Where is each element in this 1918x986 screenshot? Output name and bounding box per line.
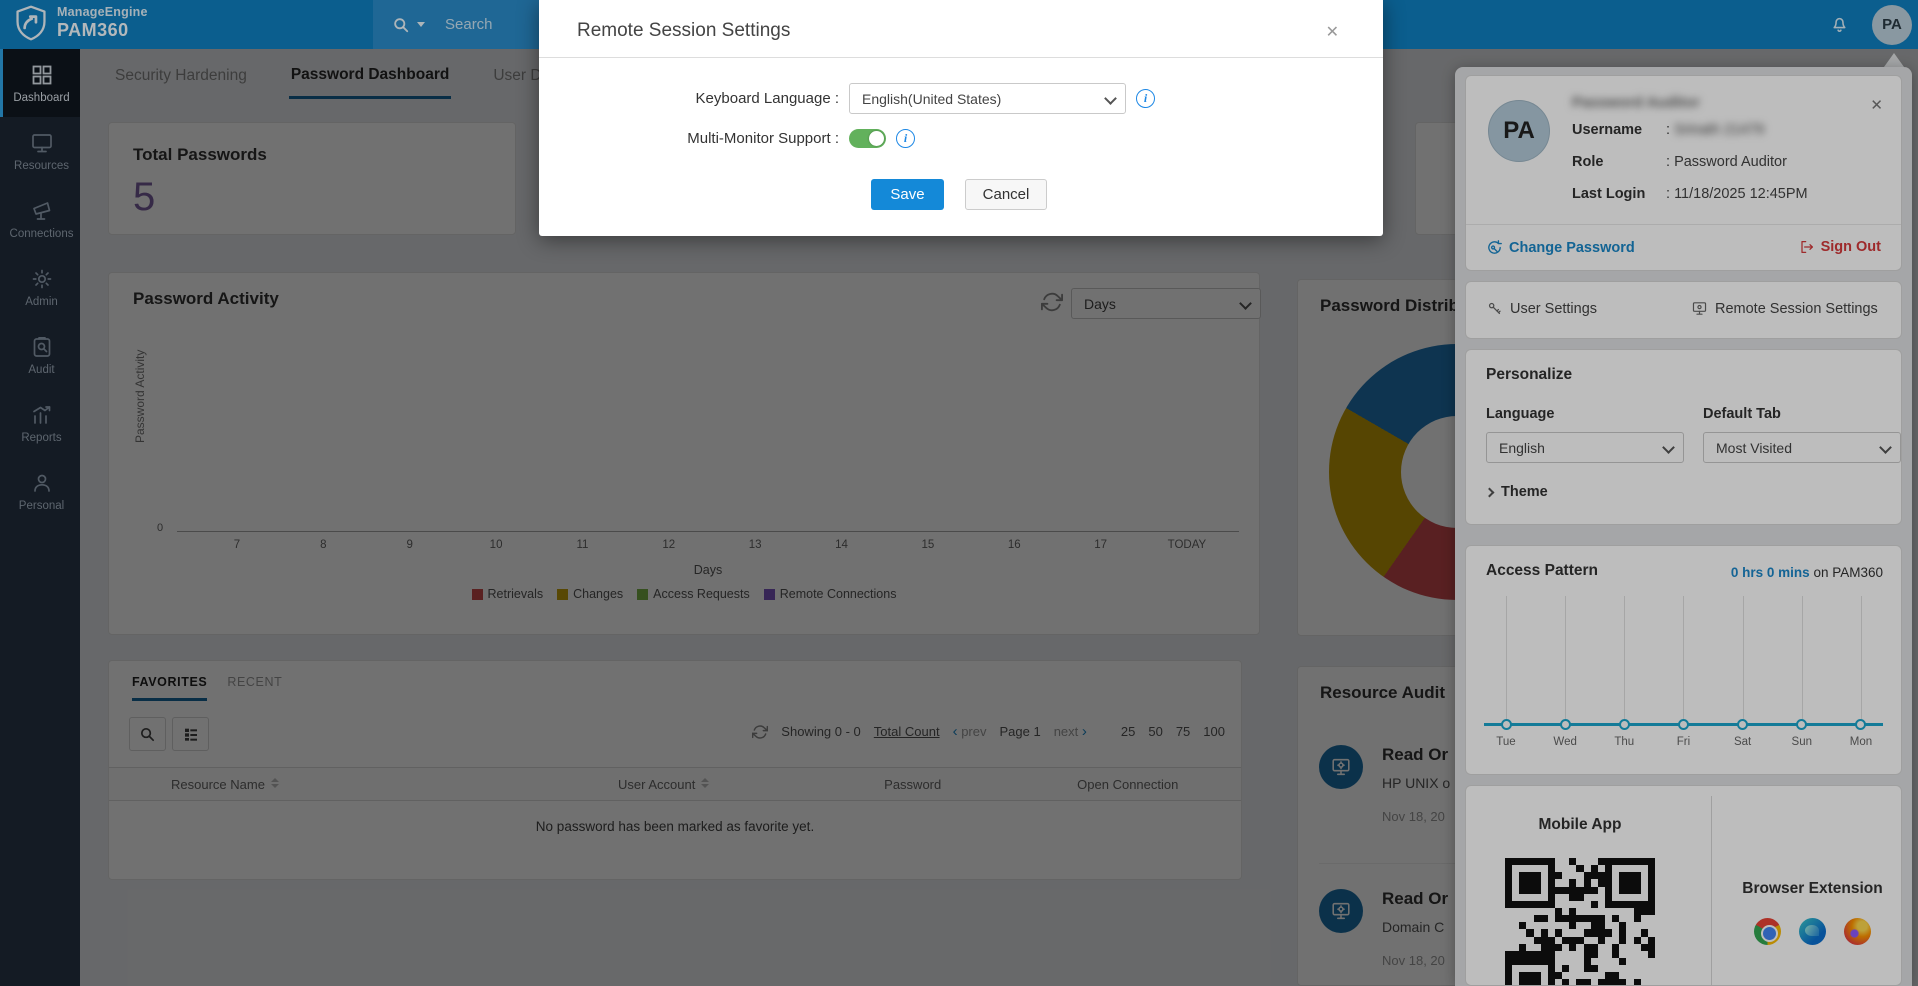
keyboard-language-label: Keyboard Language :	[695, 90, 839, 107]
pam360-app: Security Hardening Password Dashboard Us…	[0, 0, 1918, 986]
modal-title: Remote Session Settings	[577, 20, 791, 41]
info-icon[interactable]	[1136, 89, 1155, 108]
keyboard-language-select[interactable]: English(United States)	[849, 83, 1126, 114]
multi-monitor-label: Multi-Monitor Support :	[687, 130, 839, 147]
keyboard-language-row: Keyboard Language : English(United State…	[539, 83, 1155, 114]
cancel-button[interactable]: Cancel	[965, 179, 1047, 210]
multi-monitor-toggle[interactable]	[849, 129, 886, 148]
modal-buttons: Save Cancel	[871, 179, 1047, 210]
info-icon[interactable]	[896, 129, 915, 148]
remote-session-settings-modal: Remote Session Settings ✕ Keyboard Langu…	[539, 0, 1383, 236]
divider	[539, 57, 1383, 58]
save-button[interactable]: Save	[871, 179, 944, 210]
multi-monitor-row: Multi-Monitor Support :	[539, 129, 915, 148]
close-icon[interactable]: ✕	[1326, 22, 1339, 42]
keyboard-language-select-wrap: English(United States)	[849, 83, 1126, 114]
